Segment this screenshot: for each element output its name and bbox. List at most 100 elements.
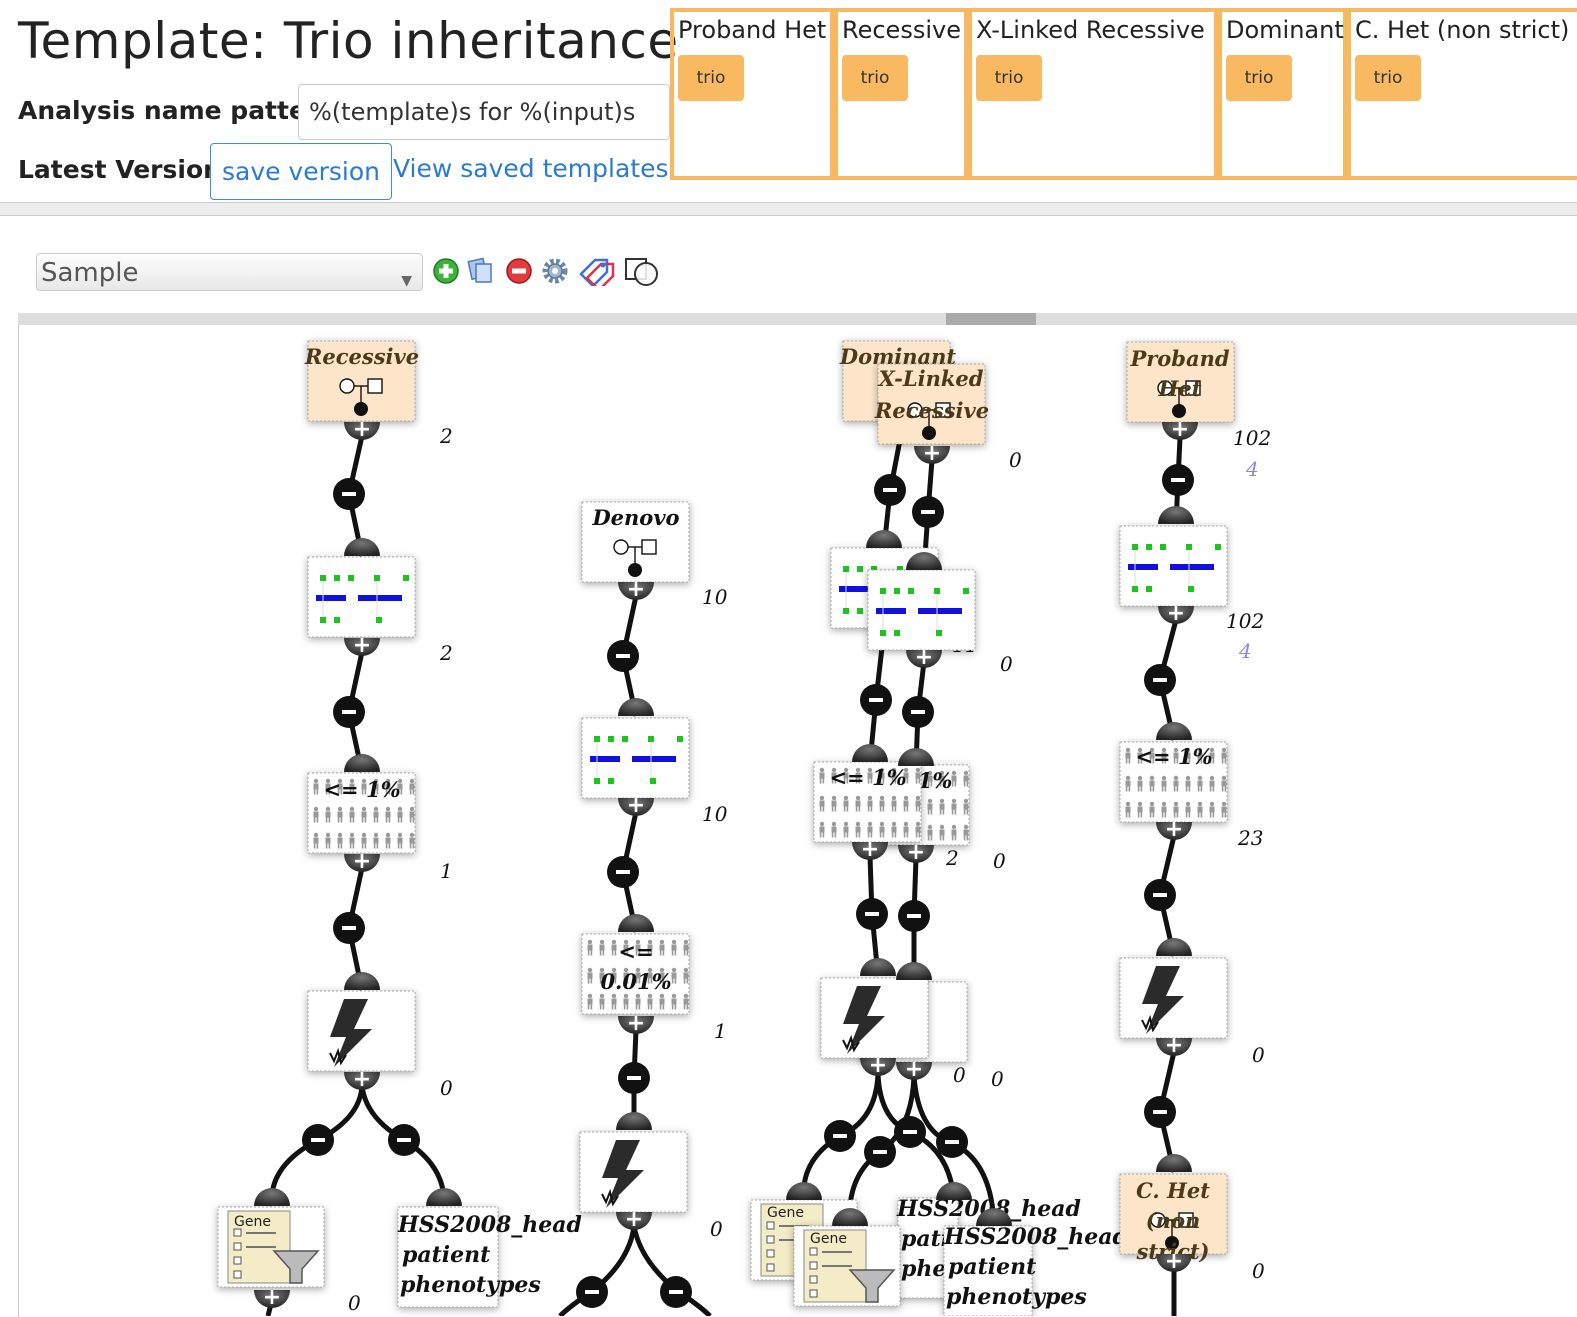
input-port[interactable]: [1156, 938, 1192, 956]
trio-chip[interactable]: trio: [976, 55, 1042, 101]
node-label: <=: [618, 939, 653, 964]
input-port[interactable]: [618, 914, 654, 932]
trio-chip[interactable]: trio: [1226, 55, 1292, 101]
count-label: 0: [1000, 652, 1013, 676]
add-port-icon[interactable]: +: [353, 849, 371, 874]
section-divider: [0, 202, 1577, 216]
minus-glyph: [865, 912, 879, 916]
add-port-icon[interactable]: +: [907, 840, 925, 865]
remove-icon[interactable]: [505, 256, 533, 286]
denovo-pipeline: Denovo <= 0.01% 10 10 1 0: [558, 501, 728, 1316]
node-label: <= 1%: [1135, 744, 1212, 769]
node-label: patient: [402, 1242, 490, 1268]
input-port[interactable]: [426, 1188, 462, 1206]
input-port[interactable]: [866, 530, 902, 548]
workflow-canvas[interactable]: Recessive <= 1% Gene HSS2008_head patien…: [18, 326, 1577, 1316]
minus-glyph: [903, 1130, 917, 1134]
scrollbar-thumb[interactable]: [946, 313, 1036, 325]
minus-glyph: [627, 1076, 641, 1080]
add-port-icon[interactable]: +: [353, 1067, 371, 1092]
add-port-icon[interactable]: +: [905, 1057, 923, 1082]
node-label: (non: [1146, 1208, 1200, 1233]
count-label: 0: [993, 849, 1006, 873]
input-port[interactable]: [254, 1188, 290, 1206]
count-label: 0: [1009, 448, 1022, 472]
count-sublabel: 4: [1238, 639, 1252, 663]
sample-select[interactable]: Sample ▼: [36, 253, 423, 291]
trio-chip[interactable]: trio: [1355, 55, 1421, 101]
input-port[interactable]: [1156, 722, 1192, 740]
template-column-dominant: Dominant trio: [1218, 8, 1347, 180]
add-port-icon[interactable]: +: [1171, 417, 1189, 442]
input-port[interactable]: [1158, 506, 1194, 524]
count-label: 2: [439, 424, 453, 448]
tags-icon[interactable]: [577, 256, 617, 286]
node-label: Het: [1158, 376, 1202, 401]
settings-icon[interactable]: [541, 256, 569, 286]
add-port-icon[interactable]: +: [915, 645, 933, 670]
add-port-icon[interactable]: +: [869, 1053, 887, 1078]
minus-glyph: [921, 510, 935, 514]
add-port-icon[interactable]: +: [923, 441, 941, 466]
add-port-icon[interactable]: +: [1165, 1033, 1183, 1058]
shapes-icon[interactable]: [624, 256, 664, 286]
minus-glyph: [883, 488, 897, 492]
recessive-pipeline: Recessive <= 1% Gene HSS2008_head patien…: [217, 340, 582, 1316]
minus-glyph: [397, 1138, 411, 1142]
template-column-title: Recessive: [842, 16, 961, 44]
minus-glyph: [1153, 678, 1167, 682]
minus-glyph: [833, 1134, 847, 1138]
input-port[interactable]: [344, 972, 380, 990]
input-port[interactable]: [786, 1182, 822, 1200]
input-port[interactable]: [898, 748, 934, 766]
count-label: 2: [439, 641, 453, 665]
minus-glyph: [342, 492, 356, 496]
horizontal-scrollbar[interactable]: [18, 313, 1577, 325]
minus-glyph: [616, 870, 630, 874]
input-port[interactable]: [860, 958, 896, 976]
add-icon[interactable]: [432, 256, 460, 286]
page-title: Template: Trio inheritance: [18, 12, 679, 70]
node-label: phenotypes: [946, 1284, 1087, 1310]
save-version-button[interactable]: save version: [210, 143, 392, 200]
trio-chip[interactable]: trio: [678, 55, 744, 101]
input-port[interactable]: [616, 1112, 652, 1130]
add-port-icon[interactable]: +: [627, 577, 645, 602]
chevron-down-icon: ▼: [401, 273, 412, 289]
add-port-icon[interactable]: +: [861, 837, 879, 862]
minus-glyph: [911, 710, 925, 714]
add-port-icon[interactable]: +: [627, 1011, 645, 1036]
gene-label: Gene: [767, 1205, 804, 1221]
add-port-icon[interactable]: +: [353, 417, 371, 442]
node-label: X-Linked: [877, 366, 984, 391]
input-port[interactable]: [1156, 1154, 1192, 1172]
node-label: HSS2008_head: [397, 1212, 582, 1238]
input-port[interactable]: [896, 962, 932, 980]
name-pattern-label: Analysis name pattern:: [18, 96, 347, 125]
add-port-icon[interactable]: +: [627, 793, 645, 818]
add-port-icon[interactable]: +: [263, 1285, 281, 1310]
name-pattern-input[interactable]: [298, 84, 670, 140]
add-port-icon[interactable]: +: [625, 1207, 643, 1232]
minus-glyph: [669, 1290, 683, 1294]
input-port[interactable]: [344, 538, 380, 556]
template-column-title: X-Linked Recessive: [976, 16, 1205, 44]
input-port[interactable]: [618, 698, 654, 716]
add-port-icon[interactable]: +: [1167, 601, 1185, 626]
add-port-icon[interactable]: +: [1165, 1249, 1183, 1274]
trio-chip[interactable]: trio: [842, 55, 908, 101]
copy-icon[interactable]: [467, 256, 495, 286]
minus-glyph: [945, 1140, 959, 1144]
template-column-title: Proband Het: [678, 16, 827, 44]
count-label: 0: [953, 1063, 966, 1087]
add-port-icon[interactable]: +: [1165, 817, 1183, 842]
input-port[interactable]: [936, 1182, 972, 1200]
input-port[interactable]: [344, 754, 380, 772]
input-port[interactable]: [852, 744, 888, 762]
add-port-icon[interactable]: +: [353, 633, 371, 658]
node-label: pati: [901, 1226, 949, 1252]
node-label: phe: [901, 1256, 946, 1282]
minus-glyph: [869, 698, 883, 702]
view-saved-templates-link[interactable]: View saved templates: [393, 154, 669, 183]
node-label: Proband: [1129, 346, 1229, 371]
